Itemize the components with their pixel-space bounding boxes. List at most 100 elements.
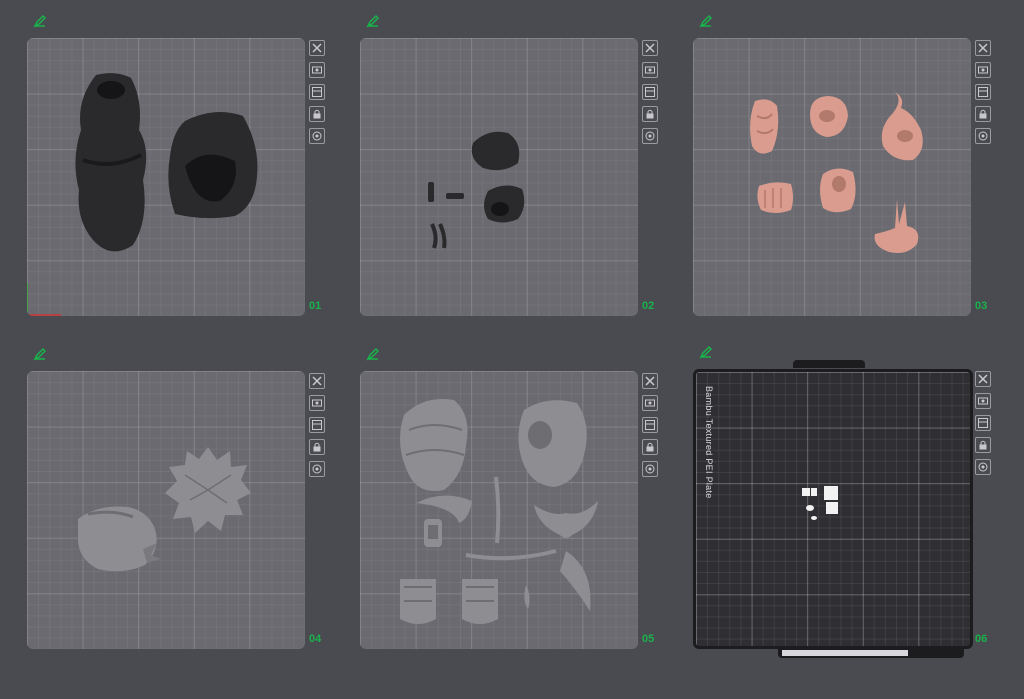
part-small-grey[interactable] [520,583,534,611]
edit-plate-icon[interactable] [33,347,47,361]
part-skin[interactable] [747,96,781,158]
build-plate[interactable] [693,38,971,316]
auto-orient-icon [645,399,655,407]
remove-plate-button[interactable] [975,40,991,56]
lock-plate-button[interactable] [642,439,658,455]
part-skin[interactable] [873,88,929,166]
part-horn-grey[interactable] [556,549,596,615]
arrange-icon [645,420,655,430]
part-skin[interactable] [817,164,859,216]
edit-plate-icon[interactable] [699,14,713,28]
part-small-black[interactable] [446,192,466,200]
part-boot-black[interactable] [468,128,524,174]
part-skin[interactable] [755,178,795,216]
auto-orient-icon [978,66,988,74]
plate-number: 06 [975,633,988,645]
arrange-button[interactable] [975,84,991,100]
part-cup-grey[interactable] [396,575,440,629]
part-small-black[interactable] [426,182,436,204]
arrange-icon [978,418,988,428]
part-cup-grey[interactable] [458,575,502,629]
auto-orient-button[interactable] [642,395,658,411]
arrange-button[interactable] [642,417,658,433]
auto-orient-button[interactable] [642,62,658,78]
close-icon [645,376,655,386]
plate-footer [778,648,964,658]
auto-orient-icon [645,66,655,74]
build-plate[interactable] [360,371,638,649]
edit-plate-icon[interactable] [366,14,380,28]
part-small-grey[interactable] [422,517,444,549]
arrange-button[interactable] [642,84,658,100]
plate-settings-button[interactable] [309,461,325,477]
part-small-black[interactable] [430,222,448,250]
settings-icon [312,464,322,474]
part-shoulder-black[interactable] [165,106,263,221]
lock-icon [313,109,321,119]
plate-type-label: Bambu Textured PEI Plate [704,386,714,499]
part-boot-black[interactable] [480,181,528,226]
lock-plate-button[interactable] [309,439,325,455]
sliced-parts[interactable] [800,484,844,528]
remove-plate-button[interactable] [309,40,325,56]
arrange-icon [312,87,322,97]
lock-icon [979,440,987,450]
auto-orient-button[interactable] [975,393,991,409]
plate-settings-button[interactable] [309,128,325,144]
plate-number: 03 [975,300,988,312]
plate-settings-button[interactable] [642,128,658,144]
edit-plate-icon[interactable] [366,347,380,361]
plate-number: 04 [309,633,322,645]
edit-plate-icon[interactable] [33,14,47,28]
lock-plate-button[interactable] [642,106,658,122]
settings-icon [978,131,988,141]
remove-plate-button[interactable] [642,40,658,56]
arrange-button[interactable] [309,84,325,100]
lock-plate-button[interactable] [975,437,991,453]
settings-icon [978,462,988,472]
arrange-button[interactable] [975,415,991,431]
auto-orient-icon [312,66,322,74]
plate-settings-button[interactable] [975,459,991,475]
axis-gizmo-icon [27,283,61,316]
part-armor-grey[interactable] [394,395,474,495]
arrange-icon [645,87,655,97]
close-icon [312,376,322,386]
auto-orient-button[interactable] [309,62,325,78]
build-plate[interactable] [360,38,638,316]
build-plate[interactable] [27,38,305,316]
edit-plate-icon[interactable] [699,345,713,359]
lock-plate-button[interactable] [309,106,325,122]
remove-plate-button[interactable] [642,373,658,389]
build-plate[interactable] [27,371,305,649]
plate-settings-button[interactable] [642,461,658,477]
settings-icon [312,131,322,141]
part-skin[interactable] [867,194,927,258]
part-head-grey[interactable] [73,499,161,575]
auto-orient-button[interactable] [975,62,991,78]
close-icon [978,43,988,53]
part-hair-grey[interactable] [165,445,251,535]
remove-plate-button[interactable] [975,371,991,387]
remove-plate-button[interactable] [309,373,325,389]
part-skin[interactable] [805,94,851,140]
plate-number: 02 [642,300,655,312]
lock-icon [979,109,987,119]
plate-number: 01 [309,300,322,312]
auto-orient-button[interactable] [309,395,325,411]
lock-plate-button[interactable] [975,106,991,122]
auto-orient-icon [978,397,988,405]
plate-number: 05 [642,633,655,645]
arrange-button[interactable] [309,417,325,433]
part-armor-grey[interactable] [512,395,592,490]
lock-icon [313,442,321,452]
part-mask-grey[interactable] [532,495,600,541]
build-plate-selected[interactable]: Bambu Textured PEI Plate [693,369,973,649]
plate-settings-button[interactable] [975,128,991,144]
part-stick-grey[interactable] [492,475,504,545]
part-bar-grey[interactable] [464,545,558,565]
part-torso-black[interactable] [71,70,151,255]
settings-icon [645,464,655,474]
arrange-icon [312,420,322,430]
plate-handle [793,360,865,368]
